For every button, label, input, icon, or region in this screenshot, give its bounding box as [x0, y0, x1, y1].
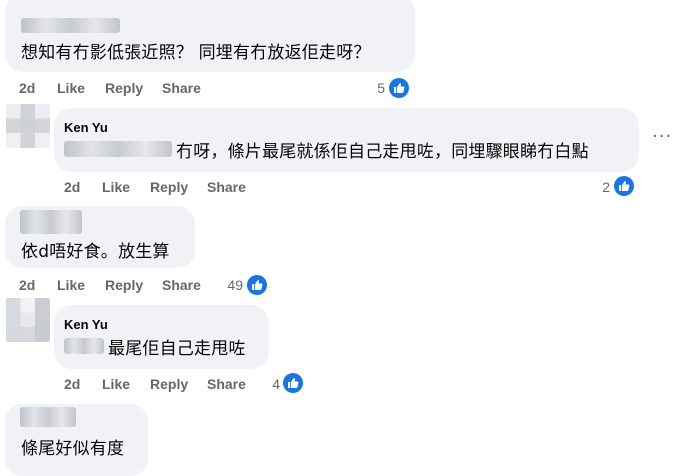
reaction-count[interactable]: 49: [203, 277, 243, 293]
comment-timestamp[interactable]: 2d: [64, 376, 80, 392]
reaction-count[interactable]: 4: [240, 376, 280, 392]
reply-button[interactable]: Reply: [150, 376, 188, 392]
like-button[interactable]: Like: [102, 179, 130, 195]
share-button[interactable]: Share: [207, 179, 246, 195]
comment-text: 依d唔好食。放生算: [21, 242, 170, 262]
like-button[interactable]: Like: [57, 80, 85, 96]
blurred-author-name: [21, 18, 120, 33]
reply-button[interactable]: Reply: [105, 80, 143, 96]
comment-text: 冇呀，條片最尾就係佢自己走甩咗，同埋驟眼睇冇白點: [176, 142, 589, 162]
blurred-mention: [64, 141, 172, 157]
like-icon[interactable]: [389, 78, 409, 98]
comment-text: 最尾佢自己走甩咗: [108, 339, 246, 359]
reaction-count[interactable]: 5: [345, 80, 385, 96]
blurred-author-name: [20, 210, 82, 234]
more-options-icon[interactable]: ···: [652, 126, 672, 147]
reaction-count[interactable]: 2: [570, 179, 610, 195]
blurred-mention: [64, 338, 104, 354]
comment-timestamp[interactable]: 2d: [19, 277, 35, 293]
share-button[interactable]: Share: [162, 277, 201, 293]
comment-text: 想知有冇影低張近照？ 同埋有冇放返佢走呀？: [21, 43, 371, 63]
like-icon[interactable]: [614, 176, 634, 196]
comment-timestamp[interactable]: 2d: [64, 179, 80, 195]
share-button[interactable]: Share: [162, 80, 201, 96]
like-icon[interactable]: [283, 373, 303, 393]
comment-author[interactable]: Ken Yu: [64, 317, 108, 332]
comment-author[interactable]: Ken Yu: [64, 120, 108, 135]
like-icon[interactable]: [247, 275, 267, 295]
comment-text: 條尾好似有度: [21, 439, 125, 459]
blurred-author-name: [20, 407, 76, 427]
avatar[interactable]: [6, 104, 50, 148]
reply-button[interactable]: Reply: [105, 277, 143, 293]
avatar[interactable]: [6, 298, 50, 342]
reply-button[interactable]: Reply: [150, 179, 188, 195]
like-button[interactable]: Like: [102, 376, 130, 392]
like-button[interactable]: Like: [57, 277, 85, 293]
comment-timestamp[interactable]: 2d: [19, 80, 35, 96]
